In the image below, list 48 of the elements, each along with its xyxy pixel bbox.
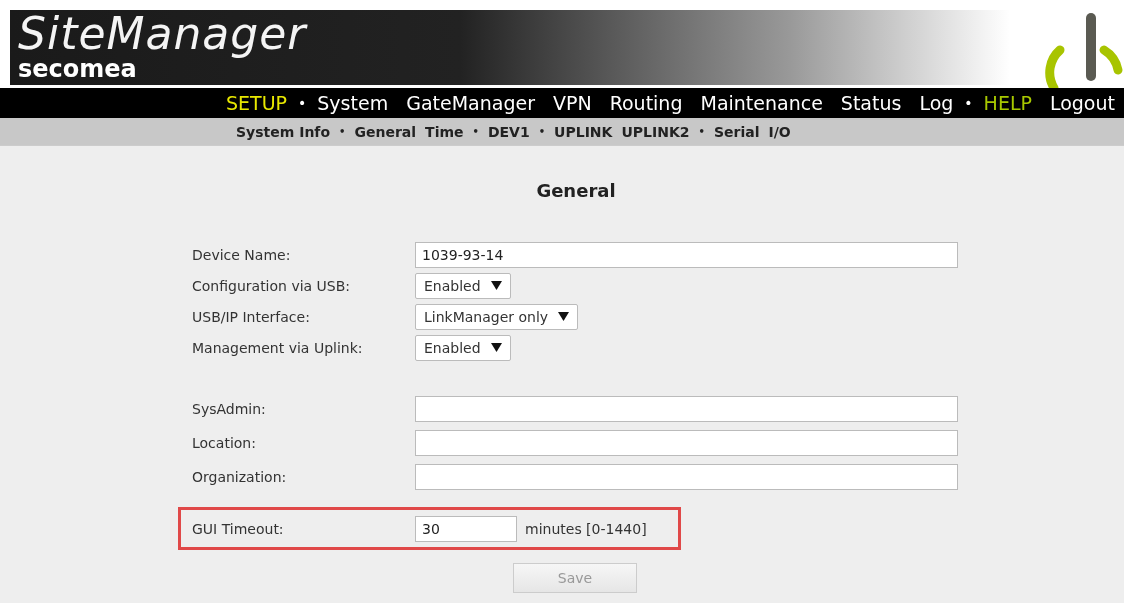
submenu-link[interactable]: Time [425,123,473,140]
field-label: Management via Uplink: [192,339,364,356]
submenu-link[interactable]: DEV1 [487,123,539,140]
power-icon [1042,10,1124,88]
caret-icon [490,281,502,290]
menu-item[interactable]: HELP [974,92,1041,114]
submenu-link[interactable]: System Info [236,123,340,140]
menu-item[interactable]: Status [831,92,911,114]
text-field[interactable] [415,464,958,490]
submenu-link[interactable]: UPLINK2 [621,123,699,140]
field-label: Organization: [192,469,288,485]
menu-item[interactable]: GateManager [397,92,544,114]
dropdown[interactable]: LinkManager only [415,303,579,330]
menu-item[interactable]: Log [910,92,963,114]
field-label: Configuration via USB: [192,277,352,294]
text-field[interactable]: 30 [415,515,517,542]
menu-item[interactable]: Routing [600,92,692,114]
submenu-link[interactable]: I/O [768,123,800,140]
menu-item[interactable]: SETUP [217,92,297,114]
dropdown[interactable]: Enabled [415,334,511,361]
unit-hint: minutes [0-1440] [525,520,647,537]
field-label: SysAdmin: [192,401,267,417]
text-field[interactable]: 1039-93-14 [415,241,958,268]
submenu-link[interactable]: General [354,123,426,140]
product-logo: SiteManager [18,10,307,58]
bullet-separator: • [339,126,347,137]
page-title: General [535,180,617,201]
menu-item[interactable]: VPN [543,92,601,114]
bullet-separator: • [297,95,308,111]
caret-icon [490,343,502,352]
menu-item[interactable]: Logout [1040,92,1124,114]
submenu-link[interactable]: UPLINK [554,123,622,140]
dropdown[interactable]: Enabled [415,272,511,299]
bullet-separator: • [472,126,480,137]
submenu-link[interactable]: Serial [713,123,769,140]
field-label: Location: [192,435,257,451]
text-field[interactable] [415,430,958,456]
field-label: USB/IP Interface: [192,308,311,325]
field-label: Device Name: [192,246,292,263]
bullet-separator: • [963,95,974,111]
menu-item[interactable]: System [308,92,398,114]
bullet-separator: • [538,126,547,137]
menu-item[interactable]: Maintenance [691,92,832,114]
field-label: GUI Timeout: [192,520,285,537]
bullet-separator: • [698,126,706,137]
text-field[interactable] [415,396,958,422]
company-logo: secomea [18,58,137,80]
caret-icon [558,312,570,321]
